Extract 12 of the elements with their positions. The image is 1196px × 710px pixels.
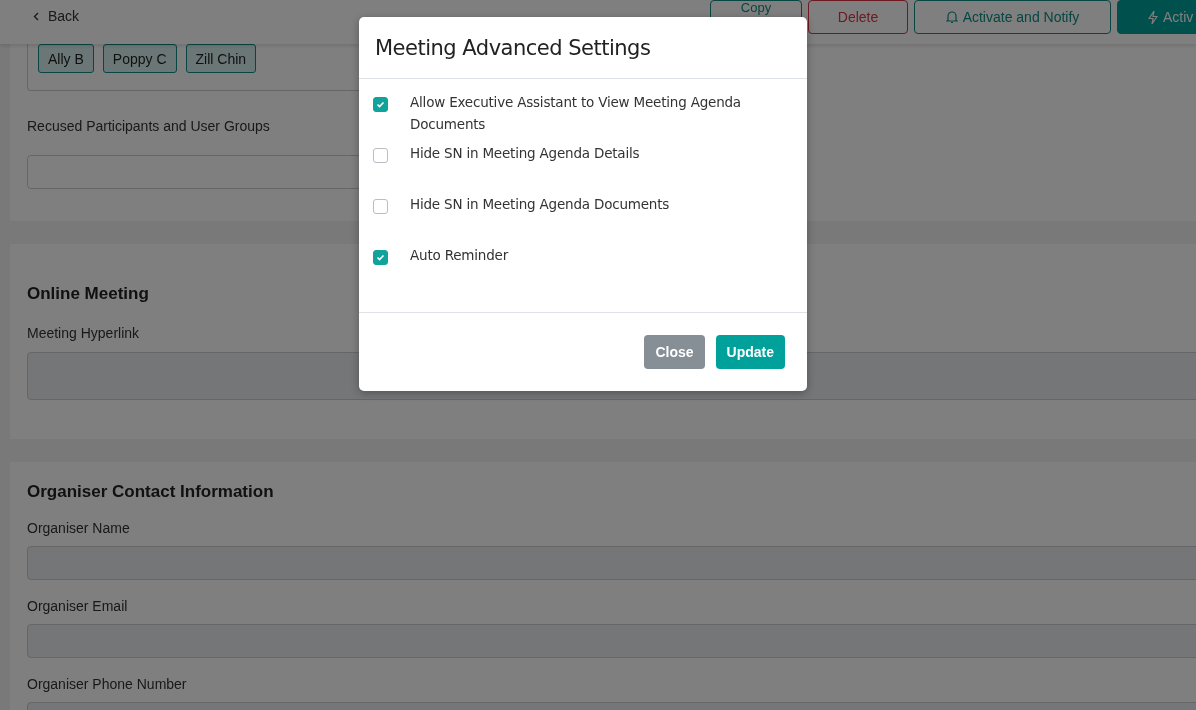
section-heading: Online Meeting [27,284,149,304]
field-label: Organiser Name [27,520,130,536]
field-label: Organiser Email [27,598,128,614]
field-label: Meeting Hyperlink [27,325,140,341]
checkbox-label: Hide SN in Meeting Agenda Details [410,144,641,163]
dialog-title: Meeting Advanced Settings [375,35,651,60]
field-label: Organiser Phone Number [27,676,187,692]
checkbox-label: Hide SN in Meeting Agenda Documents [410,195,671,214]
section-heading: Organiser Contact Information [27,482,274,502]
field-label: Recused Participants and User Groups [27,118,270,134]
checkbox-label: Allow Executive Assistant to View Meeting Agenda Documents [410,93,742,134]
checkbox-label: Auto Reminder [410,246,510,265]
